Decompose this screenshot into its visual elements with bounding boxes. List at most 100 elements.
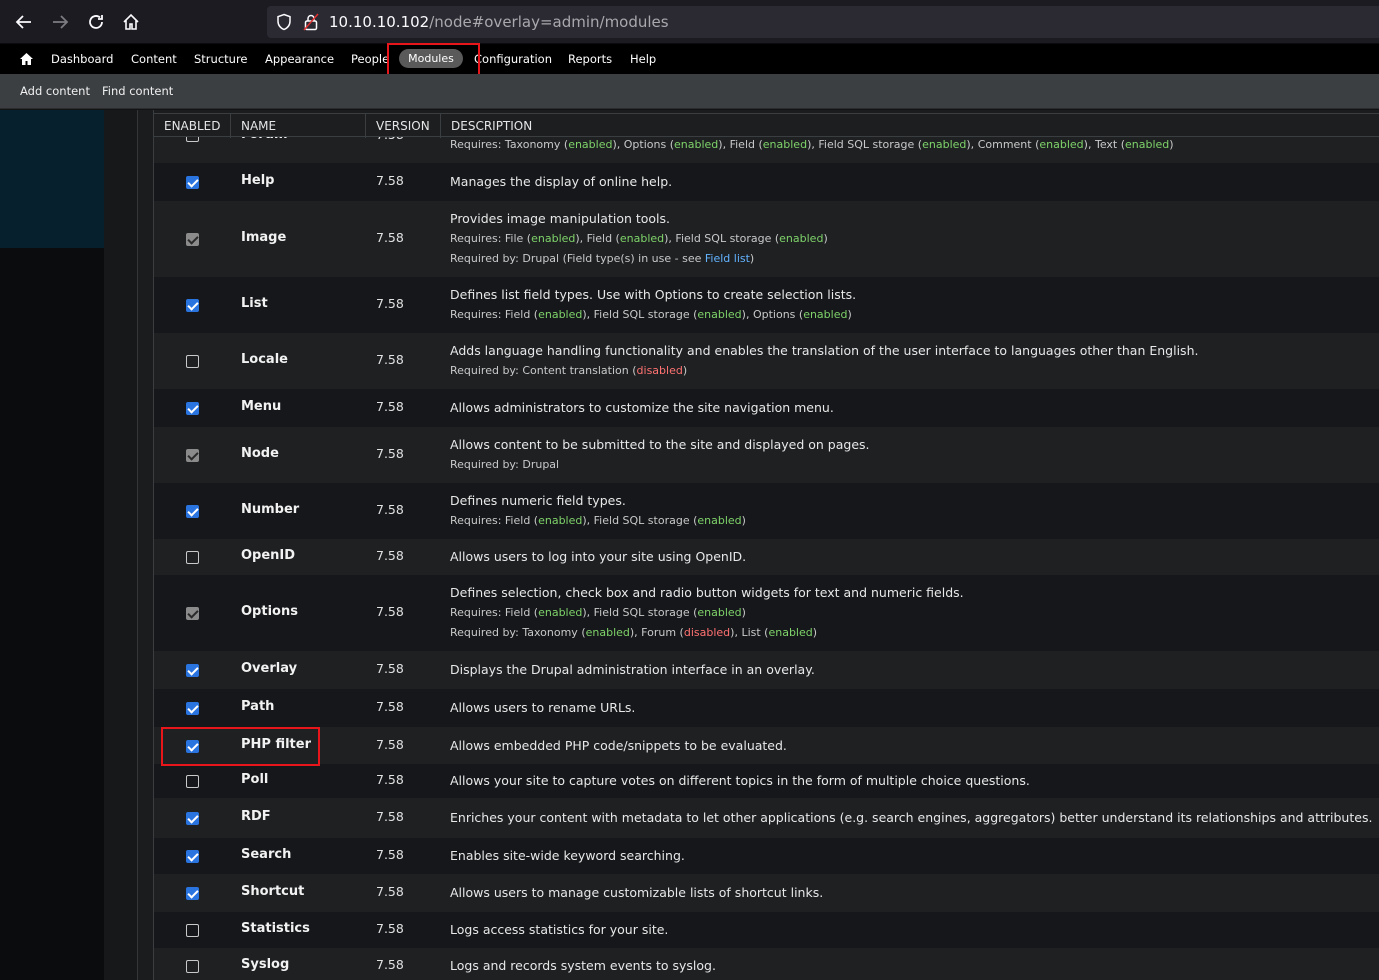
module-description: Adds language handling functionality and… [450,343,1199,358]
module-description: Allows content to be submitted to the si… [450,437,870,452]
table-row-options: Options 7.58 Defines selection, check box … [154,575,1379,651]
column-header-description: DESCRIPTION [440,114,1379,138]
status-enabled: enabled [619,232,665,245]
enable-checkbox-path[interactable] [186,702,199,715]
modules-table: Forum 7.58 Requires: Taxonomy (enabled),… [153,110,1379,980]
table-row-syslog: Syslog 7.58 Logs and records system events… [154,948,1379,980]
status-disabled: disabled [683,626,731,639]
status-enabled: enabled [697,514,742,527]
toolbar-content[interactable]: Content [131,44,177,74]
status-enabled: enabled [697,308,742,321]
requires-prefix: Requires: [450,138,505,151]
dependency-name: Taxonomy [504,138,561,151]
module-name: RDF [241,809,271,824]
status-enabled: enabled [538,606,583,619]
toolbar-help[interactable]: Help [630,44,656,74]
module-version: 7.58 [376,604,404,619]
required-by-text: Required by: Content translation (disabl… [450,364,688,377]
table-row-shortcut: Shortcut 7.58 Allows users to manage custo… [154,874,1379,912]
shield-icon[interactable] [275,13,293,31]
enable-checkbox-syslog[interactable] [186,960,199,973]
enable-checkbox-rdf[interactable] [186,812,199,825]
module-name: Options [241,604,298,619]
dependency-name: Options [623,138,667,151]
table-row-forum: Forum 7.58 Requires: Taxonomy (enabled),… [154,127,1379,163]
module-name: Menu [241,399,282,414]
lock-icon[interactable] [303,13,319,31]
status-enabled: enabled [585,626,630,639]
url-host: 10.10.10.102 [329,13,430,31]
toolbar-people[interactable]: People [351,44,389,74]
requires-text: Requires: Field (enabled), Field SQL sto… [450,308,852,321]
status-enabled: enabled [538,308,583,321]
home-icon[interactable] [117,8,145,36]
enable-checkbox-image[interactable] [186,233,199,246]
module-description: Allows administrators to customize the s… [450,400,834,415]
module-version: 7.58 [376,502,404,517]
requires-text: Requires: Taxonomy (enabled), Options (e… [450,138,1174,151]
toolbar-appearance[interactable]: Appearance [265,44,334,74]
reload-icon[interactable] [82,8,110,36]
enable-checkbox-menu[interactable] [186,402,199,415]
table-row-help: Help 7.58 Manages the display of online he… [154,163,1379,201]
enable-checkbox-node[interactable] [186,449,199,462]
toolbar-dashboard[interactable]: Dashboard [51,44,113,74]
enable-checkbox-options[interactable] [186,607,199,620]
module-version: 7.58 [376,446,404,461]
toolbar-configuration[interactable]: Configuration [474,44,552,74]
module-name: Number [241,502,300,517]
dependency-name: Comment [977,138,1032,151]
table-row-overlay: Overlay 7.58 Displays the Drupal administr… [154,651,1379,689]
page-header-background [0,110,104,248]
enable-checkbox-search[interactable] [186,850,199,863]
module-description: Defines selection, check box and radio b… [450,585,964,600]
module-description: Defines list field types. Use with Optio… [450,287,857,302]
status-enabled: enabled [697,606,742,619]
module-version: 7.58 [376,772,404,787]
toolbar-structure[interactable]: Structure [194,44,248,74]
module-name: Locale [241,352,288,367]
enable-checkbox-overlay[interactable] [186,664,199,677]
module-description: Provides image manipulation tools. [450,211,671,226]
table-row-list: List 7.58 Defines list field types. Use wi… [154,277,1379,333]
module-name: Syslog [241,957,290,972]
shortcut-find-content[interactable]: Find content [102,74,173,109]
module-version: 7.58 [376,847,404,862]
module-description: Defines numeric field types. [450,493,626,508]
dependency-status: enabled [674,138,719,151]
column-header-name[interactable]: NAME [230,114,365,138]
module-description: Allows users to manage customizable list… [450,885,824,900]
back-icon[interactable] [10,8,38,36]
table-row-locale: Locale 7.58 Adds language handling functio… [154,333,1379,389]
enable-checkbox-openid[interactable] [186,551,199,564]
enable-checkbox-poll[interactable] [186,775,199,788]
enable-checkbox-locale[interactable] [186,355,199,368]
home-icon[interactable] [15,44,37,74]
module-version: 7.58 [376,296,404,311]
column-header-version: VERSION [365,114,440,138]
module-version: 7.58 [376,399,404,414]
enable-checkbox-shortcut[interactable] [186,887,199,900]
field-list-link[interactable]: Field list [705,252,750,265]
module-description: Manages the display of online help. [450,174,673,189]
module-version: 7.58 [376,809,404,824]
status-enabled: enabled [803,308,848,321]
status-enabled: enabled [531,232,576,245]
module-version: 7.58 [376,957,404,972]
table-row-path: Path 7.58 Allows users to rename URLs. [154,689,1379,727]
url-text[interactable]: 10.10.10.102/node#overlay=admin/modules [329,13,669,31]
address-bar[interactable]: 10.10.10.102/node#overlay=admin/modules [267,6,1379,38]
enable-checkbox-number[interactable] [186,505,199,518]
shortcuts-bar: Add content Find content [0,74,1379,109]
module-description: Allows users to rename URLs. [450,700,636,715]
enable-checkbox-help[interactable] [186,176,199,189]
toolbar-reports[interactable]: Reports [568,44,612,74]
shortcut-add-content[interactable]: Add content [20,74,90,109]
enable-checkbox-list[interactable] [186,299,199,312]
status-enabled: enabled [779,232,824,245]
module-name: Image [241,230,287,245]
table-header: ENABLED NAME VERSION DESCRIPTION [154,113,1379,138]
dependency-status: enabled [922,138,967,151]
enable-checkbox-statistics[interactable] [186,924,199,937]
forward-icon[interactable] [46,8,74,36]
